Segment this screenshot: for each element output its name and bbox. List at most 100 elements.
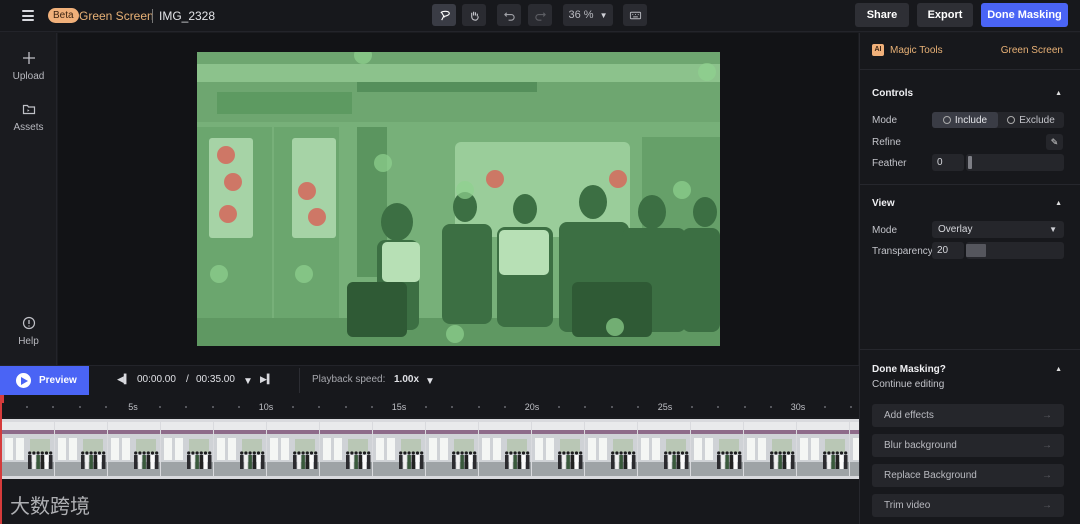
beta-badge: Beta bbox=[48, 8, 79, 23]
green-screen-tool-label[interactable]: Green Screen bbox=[1001, 45, 1063, 56]
collapse-view-icon[interactable]: ▲ bbox=[1055, 200, 1062, 207]
pencil-icon: ✎ bbox=[1050, 137, 1059, 147]
skip-back-icon[interactable]: ◀︎▍ bbox=[117, 374, 131, 385]
lasso-icon bbox=[439, 10, 450, 20]
done-masking-heading: Done Masking? bbox=[872, 364, 946, 375]
thumbnail-frame bbox=[744, 422, 796, 476]
ruler-tick bbox=[717, 406, 720, 408]
sidebar-item-label: Assets bbox=[13, 122, 44, 133]
export-button[interactable]: Export bbox=[917, 3, 973, 27]
view-mode-select[interactable]: Overlay ▼ bbox=[932, 221, 1064, 238]
ruler-label: 20s bbox=[524, 402, 540, 412]
sidebar-item-help[interactable]: Help bbox=[0, 316, 57, 347]
ruler-tick bbox=[318, 406, 321, 408]
playback-speed-value[interactable]: 1.00x bbox=[394, 374, 419, 385]
video-frame[interactable] bbox=[197, 52, 720, 346]
ruler-tick bbox=[25, 406, 28, 408]
ruler-tick bbox=[637, 406, 640, 408]
playback-speed-label: Playback speed: bbox=[312, 374, 386, 385]
sidebar-item-label: Help bbox=[18, 336, 39, 347]
action-label: Trim video bbox=[884, 500, 931, 511]
project-name[interactable]: Green Screen bbox=[79, 9, 154, 23]
panel-divider bbox=[860, 349, 1080, 350]
feather-label: Feather bbox=[872, 158, 907, 169]
controls-heading: Controls bbox=[872, 88, 914, 99]
feather-slider-handle[interactable] bbox=[968, 156, 972, 169]
arrow-right-icon: → bbox=[1042, 500, 1052, 511]
ruler-tick bbox=[557, 406, 560, 408]
collapse-controls-icon[interactable]: ▲ bbox=[1055, 90, 1062, 97]
video-track[interactable] bbox=[2, 419, 859, 479]
include-mode-button[interactable]: Include bbox=[932, 112, 998, 128]
thumbnail-frame bbox=[161, 422, 213, 476]
playhead-handle[interactable] bbox=[0, 395, 4, 403]
replace-background-button[interactable]: Replace Background → bbox=[872, 464, 1064, 487]
speed-chevron-icon[interactable]: ▼ bbox=[425, 376, 435, 387]
hand-icon bbox=[470, 11, 479, 21]
top-bar: Beta Green Screen IMG_2328 36 % ▼ Share … bbox=[0, 0, 1080, 32]
done-masking-button[interactable]: Done Masking bbox=[981, 3, 1068, 27]
ruler-label: 25s bbox=[657, 402, 673, 412]
playhead[interactable] bbox=[0, 395, 2, 524]
ruler-tick bbox=[477, 406, 480, 408]
timeline-ruler[interactable]: 5s 10s 15s 20s 25s 30s bbox=[0, 395, 859, 417]
hand-tool-button[interactable] bbox=[462, 4, 486, 26]
ruler-tick bbox=[424, 406, 427, 408]
info-icon bbox=[22, 316, 35, 330]
lasso-tool-button[interactable] bbox=[432, 4, 456, 26]
minus-circle-icon bbox=[1007, 116, 1016, 124]
continue-editing-link[interactable]: Continue editing bbox=[872, 379, 944, 390]
feather-slider[interactable] bbox=[966, 154, 1064, 171]
mode-label: Mode bbox=[872, 115, 898, 126]
ruler-tick bbox=[823, 406, 826, 408]
view-mode-label: Mode bbox=[872, 225, 898, 236]
zoom-select[interactable]: 36 % ▼ bbox=[563, 4, 613, 26]
ruler-label: 5s bbox=[128, 402, 138, 412]
sidebar-item-upload[interactable]: Upload bbox=[0, 51, 57, 82]
chevron-down-icon: ▼ bbox=[599, 10, 608, 20]
action-label: Add effects bbox=[884, 410, 934, 421]
arrow-right-icon: → bbox=[1042, 470, 1052, 481]
exclude-mode-button[interactable]: Exclude bbox=[998, 112, 1064, 128]
chevron-down-icon: ▼ bbox=[1049, 225, 1057, 234]
plus-circle-icon bbox=[942, 116, 951, 124]
feather-input[interactable]: 0 bbox=[932, 154, 964, 171]
video-thumbnails bbox=[2, 422, 859, 476]
preview-button[interactable]: Preview bbox=[0, 366, 89, 395]
ruler-tick bbox=[158, 406, 161, 408]
transparency-slider-handle[interactable] bbox=[966, 244, 986, 257]
thumbnail-frame bbox=[479, 422, 531, 476]
sidebar-item-label: Upload bbox=[12, 71, 45, 82]
redo-button[interactable] bbox=[528, 4, 552, 26]
time-format-chevron-icon[interactable]: ▼ bbox=[243, 376, 253, 387]
undo-button[interactable] bbox=[497, 4, 521, 26]
action-label: Replace Background bbox=[884, 470, 977, 481]
masked-subway-scene bbox=[197, 52, 720, 346]
view-mode-value: Overlay bbox=[938, 224, 973, 235]
transparency-input[interactable]: 20 bbox=[932, 242, 964, 259]
transparency-slider[interactable] bbox=[966, 242, 1064, 259]
arrow-right-icon: → bbox=[1042, 440, 1052, 451]
skip-forward-icon[interactable]: ▶︎▍ bbox=[260, 374, 274, 385]
ruler-tick bbox=[743, 406, 746, 408]
refine-brush-button[interactable]: ✎ bbox=[1046, 134, 1063, 150]
thumbnail-frame bbox=[532, 422, 584, 476]
file-name[interactable]: IMG_2328 bbox=[159, 9, 215, 23]
blur-background-button[interactable]: Blur background → bbox=[872, 434, 1064, 457]
keyboard-shortcuts-button[interactable] bbox=[623, 4, 647, 26]
add-effects-button[interactable]: Add effects → bbox=[872, 404, 1064, 427]
ruler-tick bbox=[105, 406, 108, 408]
thumbnail-frame bbox=[691, 422, 743, 476]
sidebar-item-assets[interactable]: Assets bbox=[0, 102, 57, 133]
ruler-tick bbox=[850, 406, 853, 408]
collapse-done-icon[interactable]: ▲ bbox=[1055, 366, 1062, 373]
exclude-label: Exclude bbox=[1019, 114, 1055, 126]
transparency-label: Transparency bbox=[872, 246, 933, 257]
ruler-label: 10s bbox=[258, 402, 274, 412]
ruler-tick bbox=[690, 406, 693, 408]
timeline-empty-area bbox=[0, 479, 859, 524]
trim-video-button[interactable]: Trim video → bbox=[872, 494, 1064, 517]
ruler-tick bbox=[770, 406, 773, 408]
menu-icon[interactable] bbox=[22, 10, 34, 21]
share-button[interactable]: Share bbox=[855, 3, 909, 27]
